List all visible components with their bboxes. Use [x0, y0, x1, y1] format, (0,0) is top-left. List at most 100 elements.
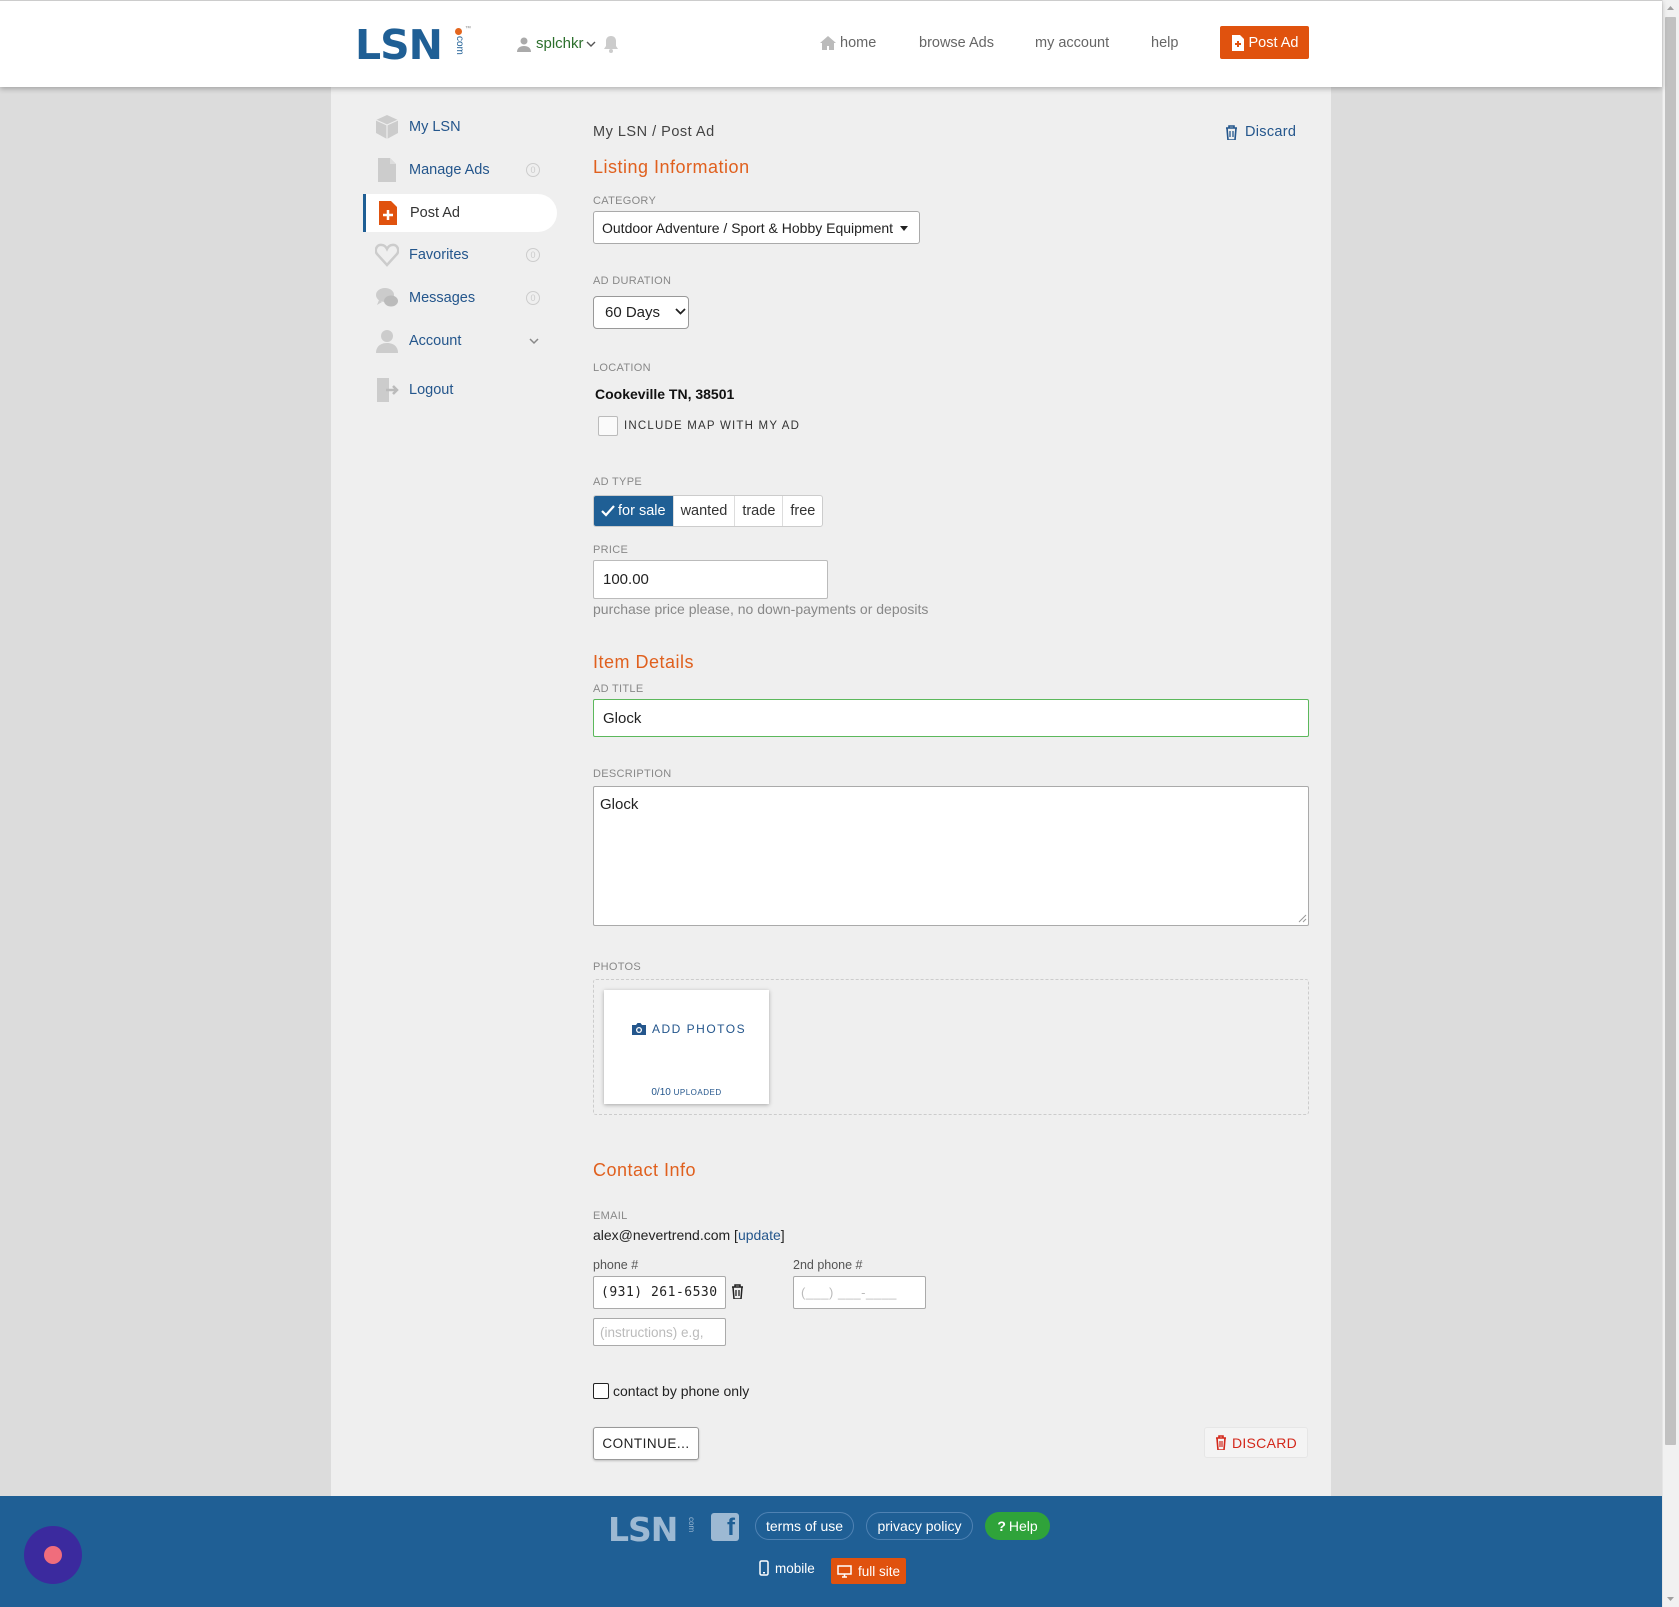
sidebar-item-label: Post Ad	[410, 205, 460, 221]
contact-info-title: Contact Info	[593, 1160, 697, 1180]
count-badge: 0	[526, 163, 540, 177]
nav-help-label: help	[1151, 35, 1179, 51]
scrollbar-thumb[interactable]	[1665, 17, 1676, 1445]
post-ad-label: Post Ad	[1248, 34, 1299, 51]
ad-type-label: trade	[742, 503, 776, 519]
logo-trademark: ™	[465, 26, 471, 32]
mobile-site-link[interactable]: mobile	[759, 1560, 815, 1576]
breadcrumb[interactable]: My LSN / Post Ad	[593, 124, 715, 140]
discard-link-top[interactable]: Discard	[1225, 124, 1296, 140]
ad-type-label: for sale	[618, 503, 666, 519]
continue-button[interactable]: CONTINUE...	[593, 1427, 699, 1460]
home-icon	[820, 36, 836, 50]
phone-instructions-input[interactable]: (instructions) e.g,	[593, 1318, 726, 1346]
trash-icon	[1215, 1435, 1226, 1450]
ad-type-free[interactable]: free	[783, 496, 822, 526]
sidebar-item-label: Manage Ads	[409, 162, 490, 178]
chevron-down-icon	[586, 41, 596, 47]
post-ad-button[interactable]: Post Ad	[1220, 26, 1309, 59]
checkbox[interactable]	[598, 416, 618, 436]
sidebar-item-label: Favorites	[409, 247, 469, 263]
scroll-down-arrow-icon[interactable]	[1665, 1594, 1676, 1604]
discard-top-label: Discard	[1245, 124, 1297, 140]
logo-dot	[455, 28, 462, 35]
logo-text: LSN	[355, 21, 443, 69]
listing-information-title: Listing Information	[593, 157, 750, 177]
email-value: alex@nevertrend.com	[593, 1227, 731, 1243]
facebook-icon[interactable]: f	[711, 1513, 739, 1541]
sidebar-item-post-ad[interactable]: Post Ad	[363, 194, 557, 232]
help-button[interactable]: ? Help	[985, 1512, 1050, 1540]
price-input[interactable]: 100.00	[593, 560, 828, 599]
ad-type-for-sale[interactable]: for sale	[594, 496, 674, 526]
checkbox[interactable]	[593, 1383, 609, 1399]
privacy-policy-link[interactable]: privacy policy	[866, 1512, 973, 1540]
add-document-icon	[1231, 34, 1244, 51]
user-menu[interactable]: splchkr	[516, 35, 596, 52]
email-row: alex@nevertrend.com [update]	[593, 1227, 785, 1243]
add-photos-card[interactable]: ADD PHOTOS 0/10 UPLOADED	[604, 990, 769, 1104]
footer-logo[interactable]: LSN	[608, 1510, 678, 1549]
sidebar-item-messages[interactable]: Messages 0	[363, 279, 557, 317]
logo-suffix: com	[454, 36, 465, 55]
trash-icon	[1226, 124, 1237, 140]
mobile-label: mobile	[775, 1560, 815, 1576]
chevron-down-icon[interactable]	[529, 336, 539, 346]
phone-only-label: contact by phone only	[613, 1383, 750, 1399]
sidebar-item-account[interactable]: Account	[363, 322, 557, 360]
scroll-up-arrow-icon[interactable]	[1665, 3, 1676, 13]
nav-help[interactable]: help	[1151, 35, 1178, 51]
include-map-label: INCLUDE MAP WITH MY AD	[624, 420, 801, 432]
phone-label: phone #	[593, 1258, 639, 1272]
sidebar-item-favorites[interactable]: Favorites 0	[363, 236, 557, 274]
ad-type-wanted[interactable]: wanted	[674, 496, 736, 526]
discard-bottom-label: DISCARD	[1231, 1434, 1298, 1451]
ad-type-label: wanted	[680, 503, 728, 519]
sidebar-item-my-lsn[interactable]: My LSN	[363, 108, 557, 146]
add-document-icon	[379, 201, 397, 225]
heart-icon	[375, 243, 399, 267]
sidebar-item-label: My LSN	[409, 119, 461, 135]
discard-button[interactable]: DISCARD	[1204, 1427, 1308, 1458]
document-icon	[378, 158, 396, 182]
nav-my-account-label: my account	[1035, 35, 1110, 51]
nav-browse-ads[interactable]: browse Ads	[919, 35, 994, 51]
footer-logo-suffix: com	[687, 1517, 696, 1533]
sidebar-item-logout[interactable]: Logout	[363, 371, 557, 409]
terms-of-use-link[interactable]: terms of use	[755, 1512, 854, 1540]
update-email-link[interactable]: update	[738, 1227, 781, 1243]
username: splchkr	[536, 35, 584, 52]
nav-home[interactable]: home	[819, 35, 876, 51]
phone-input[interactable]: (931) 261-6530	[593, 1276, 726, 1309]
trash-icon[interactable]	[731, 1284, 744, 1299]
ad-duration-value: 60 Days	[605, 304, 661, 321]
sidebar-item-label: Account	[409, 333, 462, 349]
category-dropdown[interactable]: Outdoor Adventure / Sport & Hobby Equipm…	[593, 211, 920, 244]
cube-icon	[375, 115, 399, 139]
include-map-checkbox[interactable]: INCLUDE MAP WITH MY AD	[598, 416, 800, 436]
nav-my-account[interactable]: my account	[1035, 35, 1109, 51]
camera-icon	[632, 1023, 646, 1035]
upload-count-value: 0/10	[651, 1087, 671, 1098]
upload-count: 0/10 UPLOADED	[604, 1087, 769, 1098]
price-label: PRICE	[593, 544, 629, 556]
ad-type-trade[interactable]: trade	[735, 496, 784, 526]
help-label: Help	[1008, 1518, 1038, 1534]
resize-handle-icon[interactable]	[1298, 914, 1307, 923]
add-photos-button[interactable]: ADD PHOTOS	[631, 1022, 746, 1036]
bell-icon[interactable]	[603, 35, 619, 53]
chat-widget-button[interactable]	[24, 1526, 82, 1584]
sidebar-item-label: Messages	[409, 290, 476, 306]
phone2-input[interactable]: (___) ___-____	[793, 1276, 926, 1309]
contact-by-phone-only-checkbox[interactable]: contact by phone only	[593, 1383, 749, 1399]
logout-icon	[377, 378, 399, 402]
location-label: LOCATION	[593, 362, 651, 374]
description-textarea[interactable]: Glock	[593, 786, 1309, 926]
add-photos-label: ADD PHOTOS	[652, 1022, 747, 1036]
full-site-button[interactable]: full site	[831, 1558, 906, 1584]
lsn-logo[interactable]: LSN com ™	[355, 21, 471, 69]
sidebar-item-manage-ads[interactable]: Manage Ads 0	[363, 151, 557, 189]
user-icon	[517, 37, 531, 52]
ad-title-input[interactable]: Glock	[593, 699, 1309, 737]
location-value: Cookeville TN, 38501	[595, 386, 735, 402]
